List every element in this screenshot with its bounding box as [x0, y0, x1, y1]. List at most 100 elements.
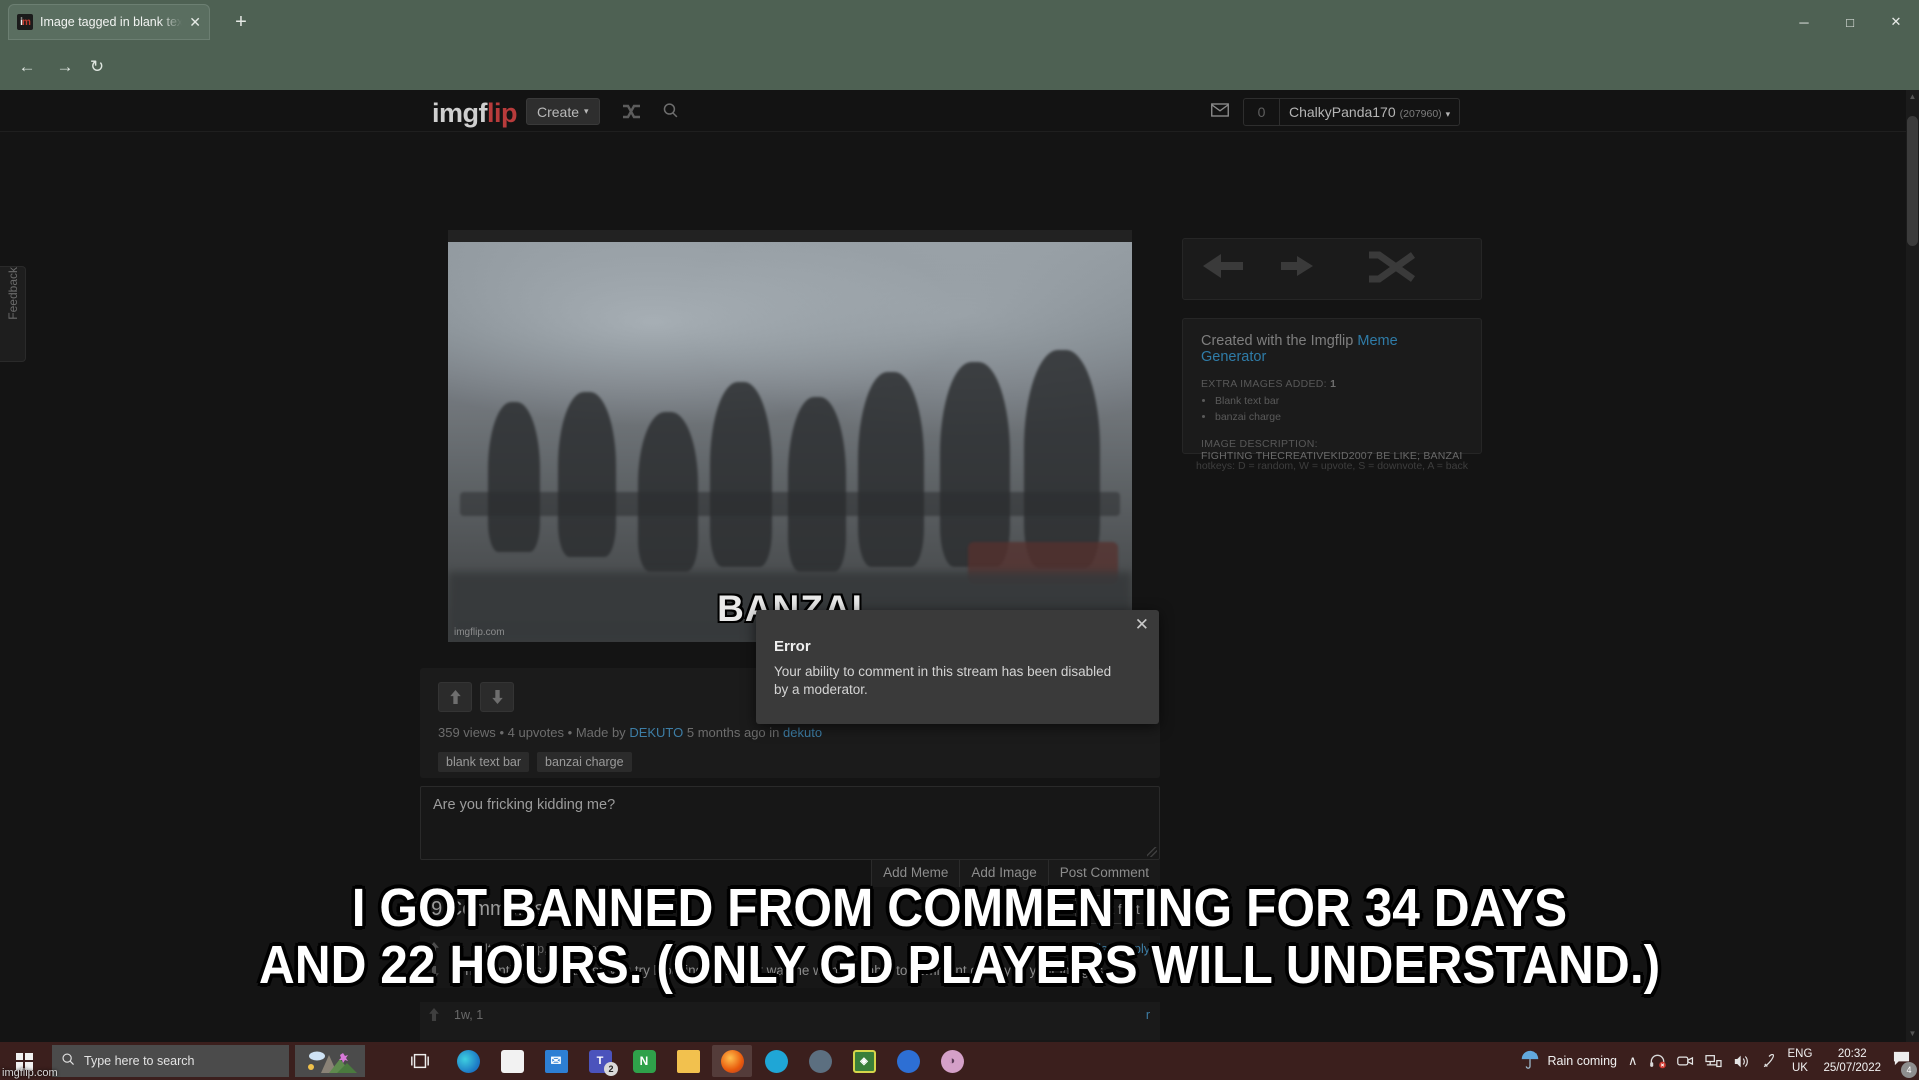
shuffle-icon[interactable]: [622, 103, 648, 125]
comment-vote-arrows: [420, 1002, 448, 1042]
taskbar-app-blue[interactable]: [888, 1045, 928, 1077]
comment-upvote-icon[interactable]: [420, 936, 448, 960]
scroll-down-icon[interactable]: ▼: [1907, 1029, 1918, 1040]
site-search-icon[interactable]: [662, 102, 679, 124]
browser-tab[interactable]: im Image tagged in blank text bar, b ✕: [8, 4, 210, 40]
taskbar-app-edge[interactable]: [448, 1045, 488, 1077]
chevron-down-icon: ▾: [1143, 906, 1148, 916]
close-window-button[interactable]: ✕: [1873, 0, 1919, 44]
navigation-panel: [1182, 238, 1482, 300]
comment-item: ☆ vulture. 1 up, 4m, 1 reply flag reply …: [420, 936, 1160, 988]
file-explorer-icon: [676, 1049, 700, 1073]
taskbar-search-box[interactable]: Type here to search: [52, 1045, 289, 1077]
taskbar-app-gray[interactable]: [800, 1045, 840, 1077]
close-icon[interactable]: ✕: [1135, 616, 1149, 633]
downvote-button[interactable]: [480, 682, 514, 712]
back-icon[interactable]: ←: [10, 50, 44, 84]
reload-icon[interactable]: ↻: [80, 50, 114, 84]
scroll-up-icon[interactable]: ▲: [1907, 92, 1918, 103]
headset-muted-icon[interactable]: [1649, 1054, 1666, 1069]
meta-separator: •: [567, 725, 573, 740]
random-shuffle-icon[interactable]: [1365, 248, 1431, 291]
user-menu[interactable]: 0 ChalkyPanda170 (207960) ▾: [1243, 98, 1461, 126]
upvote-button[interactable]: [438, 682, 472, 712]
sort-dropdown[interactable]: Best first ▾: [1075, 895, 1160, 924]
reply-link[interactable]: reply: [1123, 942, 1150, 956]
comment-actions: flag reply: [1095, 942, 1150, 956]
tab-close-icon[interactable]: ✕: [189, 15, 201, 29]
language-indicator[interactable]: ENG UK: [1788, 1047, 1813, 1076]
imgflip-logo[interactable]: imgflip: [432, 98, 518, 129]
add-image-button[interactable]: Add Image: [959, 860, 1048, 887]
comment-vote-arrows: [420, 936, 448, 988]
page-scrollbar[interactable]: ▲ ▼: [1906, 90, 1919, 1042]
description-label: IMAGE DESCRIPTION:: [1201, 437, 1318, 450]
scrollbar-thumb[interactable]: [1907, 116, 1918, 246]
taskbar-app-discord[interactable]: ◑: [932, 1045, 972, 1077]
taskbar-app-file-explorer[interactable]: [668, 1045, 708, 1077]
reply-link[interactable]: r: [1146, 1008, 1150, 1022]
volume-icon[interactable]: [1733, 1054, 1750, 1069]
comment-input[interactable]: Are you fricking kidding me?: [420, 786, 1160, 860]
meme-image[interactable]: BANZAI imgflip.com: [448, 230, 1132, 642]
clock[interactable]: 20:32 25/07/2022: [1823, 1047, 1881, 1076]
chevron-down-icon: ▾: [1445, 109, 1451, 119]
feedback-label: Feedback: [6, 267, 20, 320]
microsoft-store-icon: [500, 1049, 524, 1073]
tag-item[interactable]: banzai charge: [537, 752, 632, 772]
comment-upvote-icon[interactable]: [420, 1002, 448, 1026]
language-line-1: ENG: [1787, 1047, 1813, 1060]
taskbar-app-geometry-dash[interactable]: ◈: [844, 1045, 884, 1077]
weather-tray-item[interactable]: Rain coming: [1519, 1049, 1617, 1074]
network-icon[interactable]: [1704, 1054, 1722, 1069]
tag-item[interactable]: blank text bar: [438, 752, 530, 772]
previous-image-icon[interactable]: [1201, 251, 1245, 287]
pen-icon[interactable]: [1761, 1053, 1777, 1069]
comment-downvote-icon[interactable]: [420, 960, 448, 984]
action-center-button[interactable]: 4: [1892, 1050, 1917, 1078]
taskbar-app-microsoft-store[interactable]: [492, 1045, 532, 1077]
forward-icon[interactable]: →: [48, 50, 82, 84]
action-center-badge: 4: [1901, 1062, 1917, 1078]
username-text: ChalkyPanda170: [1289, 104, 1396, 120]
taskbar-app-mail[interactable]: ✉: [536, 1045, 576, 1077]
taskbar-search-placeholder: Type here to search: [84, 1054, 195, 1068]
made-by-label: Made by: [575, 725, 626, 740]
teams-badge: 2: [604, 1062, 618, 1076]
extra-images-text: EXTRA IMAGES ADDED:: [1201, 378, 1327, 390]
error-title: Error: [774, 638, 811, 655]
minimize-button[interactable]: ─: [1781, 0, 1827, 44]
taskbar-app-firefox[interactable]: [712, 1045, 752, 1077]
next-image-icon[interactable]: [1279, 251, 1317, 287]
taskbar-app-green[interactable]: N: [624, 1045, 664, 1077]
umbrella-rain-icon: [1519, 1049, 1541, 1074]
extra-image-item: banzai charge: [1215, 409, 1463, 425]
resize-handle[interactable]: [1147, 847, 1157, 857]
comment-username[interactable]: vulture.: [472, 942, 513, 956]
maximize-button[interactable]: □: [1827, 0, 1873, 44]
author-link[interactable]: DEKUTO: [629, 725, 683, 740]
post-comment-button[interactable]: Post Comment: [1047, 860, 1160, 887]
post-age: 5 months ago in: [686, 725, 780, 740]
comment-header: 1w, 1: [454, 1008, 483, 1022]
stream-link[interactable]: dekuto: [783, 725, 822, 740]
comment-input-value: Are you fricking kidding me?: [433, 797, 616, 813]
extra-images-count: 1: [1330, 378, 1337, 390]
create-button[interactable]: Create ▾: [526, 98, 600, 125]
taskbar-app-teams[interactable]: T 2: [580, 1045, 620, 1077]
taskbar-app-blue-bird[interactable]: [756, 1045, 796, 1077]
task-view-icon[interactable]: [400, 1045, 440, 1077]
feedback-tab[interactable]: Feedback: [0, 266, 26, 362]
new-tab-button[interactable]: +: [228, 10, 254, 36]
comment-meta: 1w, 1: [454, 1008, 484, 1022]
meme-info-panel: Created with the Imgflip Meme Generator …: [1182, 318, 1482, 462]
weather-widget-icon[interactable]: [295, 1045, 365, 1077]
camera-icon[interactable]: [1676, 1054, 1694, 1068]
flag-link[interactable]: flag: [1095, 942, 1115, 956]
page-content: Feedback imgflip Create ▾ 0 ChalkyPanda1…: [0, 90, 1919, 1042]
chevron-up-icon[interactable]: ∧: [1628, 1053, 1638, 1069]
error-message: Your ability to comment in this stream h…: [774, 664, 1112, 698]
mail-icon[interactable]: [1211, 103, 1229, 122]
tab-strip: im Image tagged in blank text bar, b ✕ +…: [0, 0, 1919, 44]
add-meme-button[interactable]: Add Meme: [871, 860, 960, 887]
